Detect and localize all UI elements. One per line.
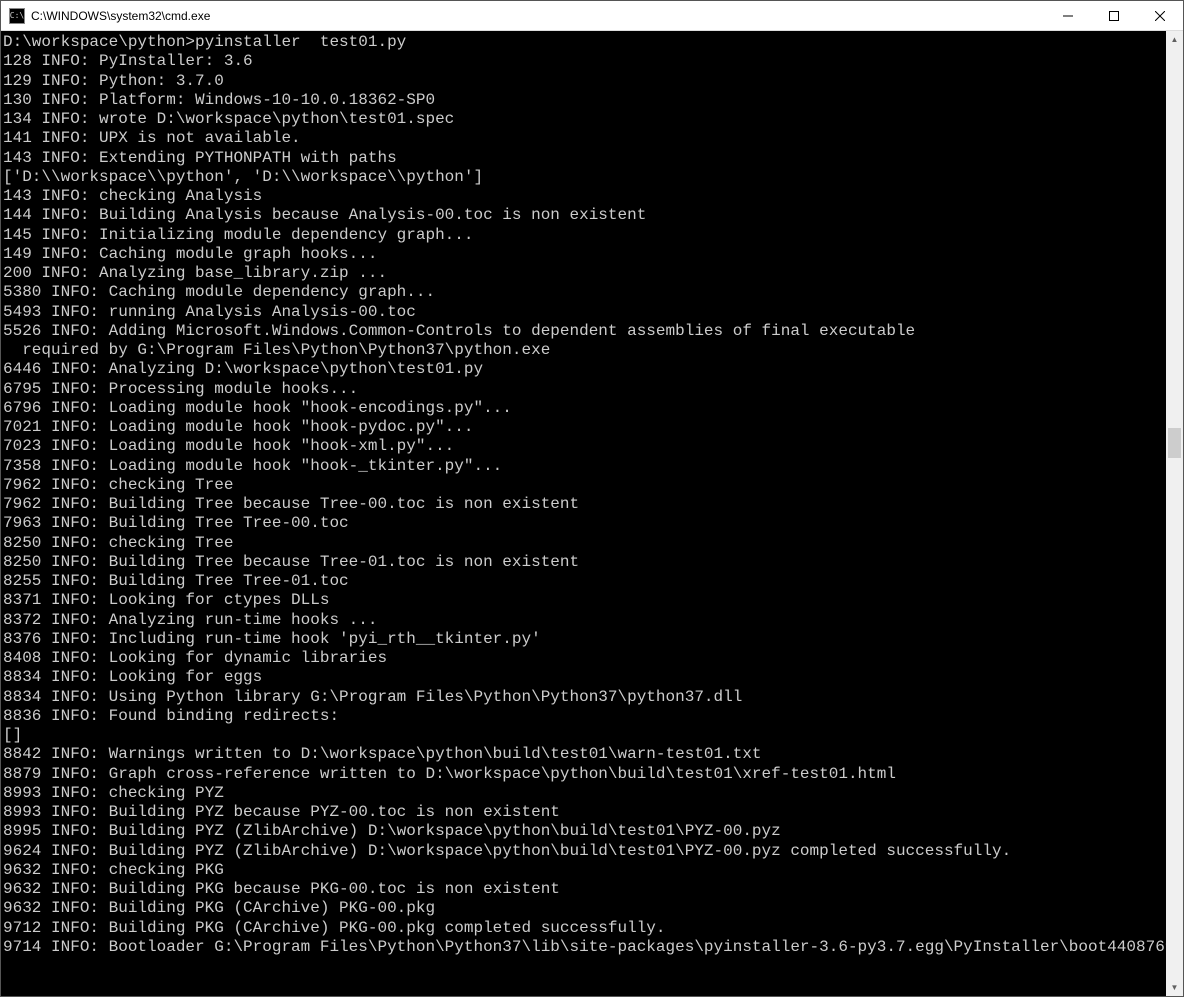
log-line: 143 INFO: checking Analysis [3,187,1166,206]
log-line: 143 INFO: Extending PYTHONPATH with path… [3,149,1166,168]
log-line: 200 INFO: Analyzing base_library.zip ... [3,264,1166,283]
vertical-scrollbar[interactable]: ▲ ▼ [1166,31,1183,996]
log-line: ['D:\\workspace\\python', 'D:\\workspace… [3,168,1166,187]
log-line: 9632 INFO: Building PKG because PKG-00.t… [3,880,1166,899]
log-line: 8372 INFO: Analyzing run-time hooks ... [3,611,1166,630]
log-line: [] [3,726,1166,745]
log-line: 8250 INFO: Building Tree because Tree-01… [3,553,1166,572]
log-line: 129 INFO: Python: 3.7.0 [3,72,1166,91]
log-line: 5493 INFO: running Analysis Analysis-00.… [3,303,1166,322]
log-line: 7962 INFO: checking Tree [3,476,1166,495]
log-line: 9624 INFO: Building PYZ (ZlibArchive) D:… [3,842,1166,861]
command-line: D:\workspace\python>pyinstaller test01.p… [3,33,1166,52]
log-line: 144 INFO: Building Analysis because Anal… [3,206,1166,225]
log-line: 141 INFO: UPX is not available. [3,129,1166,148]
log-line: 8250 INFO: checking Tree [3,534,1166,553]
log-line: 134 INFO: wrote D:\workspace\python\test… [3,110,1166,129]
log-line: 130 INFO: Platform: Windows-10-10.0.1836… [3,91,1166,110]
log-line: required by G:\Program Files\Python\Pyth… [3,341,1166,360]
log-line: 8842 INFO: Warnings written to D:\worksp… [3,745,1166,764]
log-line: 9714 INFO: Bootloader G:\Program Files\P… [3,938,1166,957]
log-line: 8993 INFO: checking PYZ [3,784,1166,803]
log-line: 8995 INFO: Building PYZ (ZlibArchive) D:… [3,822,1166,841]
terminal-output[interactable]: D:\workspace\python>pyinstaller test01.p… [1,31,1166,996]
log-line: 9632 INFO: checking PKG [3,861,1166,880]
log-line: 9632 INFO: Building PKG (CArchive) PKG-0… [3,899,1166,918]
log-line: 7963 INFO: Building Tree Tree-00.toc [3,514,1166,533]
cmd-icon: C:\ [9,8,25,24]
window-controls [1045,1,1183,30]
log-line: 7358 INFO: Loading module hook "hook-_tk… [3,457,1166,476]
log-line: 8376 INFO: Including run-time hook 'pyi_… [3,630,1166,649]
log-line: 8371 INFO: Looking for ctypes DLLs [3,591,1166,610]
log-line: 8834 INFO: Looking for eggs [3,668,1166,687]
terminal-area: D:\workspace\python>pyinstaller test01.p… [1,31,1183,996]
log-line: 8993 INFO: Building PYZ because PYZ-00.t… [3,803,1166,822]
close-button[interactable] [1137,1,1183,30]
log-line: 8879 INFO: Graph cross-reference written… [3,765,1166,784]
log-line: 7021 INFO: Loading module hook "hook-pyd… [3,418,1166,437]
window-title: C:\WINDOWS\system32\cmd.exe [31,9,1045,23]
log-line: 5380 INFO: Caching module dependency gra… [3,283,1166,302]
log-line: 7023 INFO: Loading module hook "hook-xml… [3,437,1166,456]
maximize-button[interactable] [1091,1,1137,30]
log-line: 8836 INFO: Found binding redirects: [3,707,1166,726]
log-line: 8255 INFO: Building Tree Tree-01.toc [3,572,1166,591]
scroll-track[interactable] [1166,48,1183,979]
scroll-down-arrow[interactable]: ▼ [1166,979,1183,996]
log-line: 8408 INFO: Looking for dynamic libraries [3,649,1166,668]
scroll-thumb[interactable] [1168,428,1181,458]
scroll-up-arrow[interactable]: ▲ [1166,31,1183,48]
log-line: 6446 INFO: Analyzing D:\workspace\python… [3,360,1166,379]
log-line: 145 INFO: Initializing module dependency… [3,226,1166,245]
log-line: 128 INFO: PyInstaller: 3.6 [3,52,1166,71]
log-line: 5526 INFO: Adding Microsoft.Windows.Comm… [3,322,1166,341]
log-line: 6795 INFO: Processing module hooks... [3,380,1166,399]
log-line: 8834 INFO: Using Python library G:\Progr… [3,688,1166,707]
minimize-button[interactable] [1045,1,1091,30]
titlebar[interactable]: C:\ C:\WINDOWS\system32\cmd.exe [1,1,1183,31]
log-line: 149 INFO: Caching module graph hooks... [3,245,1166,264]
log-line: 6796 INFO: Loading module hook "hook-enc… [3,399,1166,418]
log-line: 9712 INFO: Building PKG (CArchive) PKG-0… [3,919,1166,938]
log-line: 7962 INFO: Building Tree because Tree-00… [3,495,1166,514]
